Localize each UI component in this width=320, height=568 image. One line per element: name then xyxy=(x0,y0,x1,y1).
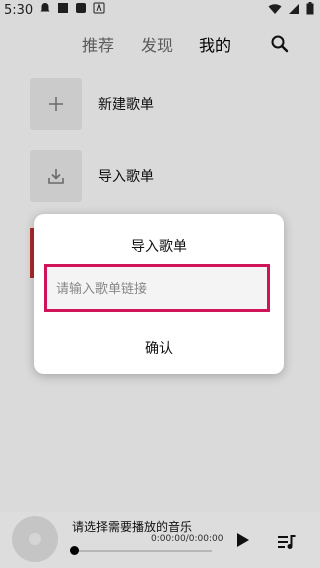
import-dialog: 导入歌单 确认 xyxy=(34,214,284,374)
dialog-title: 导入歌单 xyxy=(131,239,187,255)
link-input-box[interactable] xyxy=(44,264,270,312)
playlist-link-input[interactable] xyxy=(54,269,258,309)
confirm-button[interactable]: 确认 xyxy=(34,338,284,358)
